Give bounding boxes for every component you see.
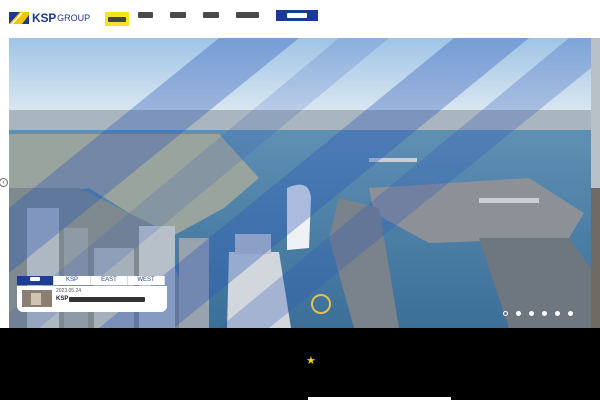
ksp-logo-mark-icon bbox=[9, 12, 29, 24]
site-header: KSP GROUP bbox=[0, 0, 600, 34]
news-title-jp bbox=[69, 296, 146, 302]
site-logo[interactable]: KSP GROUP bbox=[9, 11, 90, 25]
slider-dot-2[interactable] bbox=[516, 311, 521, 316]
news-tab-west[interactable]: WEST bbox=[128, 276, 165, 285]
news-tab-ksp[interactable]: KSP bbox=[54, 276, 91, 285]
slider-dots bbox=[503, 311, 581, 316]
news-title-text: KSP bbox=[56, 296, 69, 302]
news-tab-all[interactable] bbox=[17, 276, 54, 285]
news-card[interactable]: 2023.05.24 KSP bbox=[17, 286, 167, 312]
nav-cta-label bbox=[287, 13, 307, 18]
slider-dot-5[interactable] bbox=[555, 311, 560, 316]
news-tab-east[interactable]: EAST bbox=[91, 276, 128, 285]
nav-item-active[interactable] bbox=[105, 12, 129, 26]
news-title[interactable]: KSP bbox=[56, 295, 146, 303]
star-icon: ★ bbox=[306, 354, 316, 367]
nav-cta-button[interactable] bbox=[276, 10, 318, 21]
logo-wordmark: KSP bbox=[32, 11, 57, 25]
nav-item-label bbox=[108, 17, 126, 22]
chevron-left-icon: ‹ bbox=[2, 179, 5, 186]
news-panel: KSP EAST WEST 2023.05.24 KSP bbox=[17, 276, 167, 312]
black-band bbox=[0, 328, 600, 400]
nav-item-2[interactable] bbox=[138, 12, 153, 18]
nav-item-3[interactable] bbox=[170, 12, 186, 18]
next-slide-peek[interactable] bbox=[591, 38, 600, 328]
slider-dot-1[interactable] bbox=[503, 311, 508, 316]
slider-dot-3[interactable] bbox=[529, 311, 534, 316]
news-date: 2023.05.24 bbox=[56, 288, 82, 294]
nav-item-4[interactable] bbox=[203, 12, 219, 18]
slider-dot-4[interactable] bbox=[542, 311, 547, 316]
news-tabs: KSP EAST WEST bbox=[17, 276, 167, 285]
slider-dot-6[interactable] bbox=[568, 311, 573, 316]
logo-suffix: GROUP bbox=[57, 13, 91, 23]
news-thumbnail bbox=[22, 290, 52, 307]
nav-item-5[interactable] bbox=[236, 12, 259, 18]
